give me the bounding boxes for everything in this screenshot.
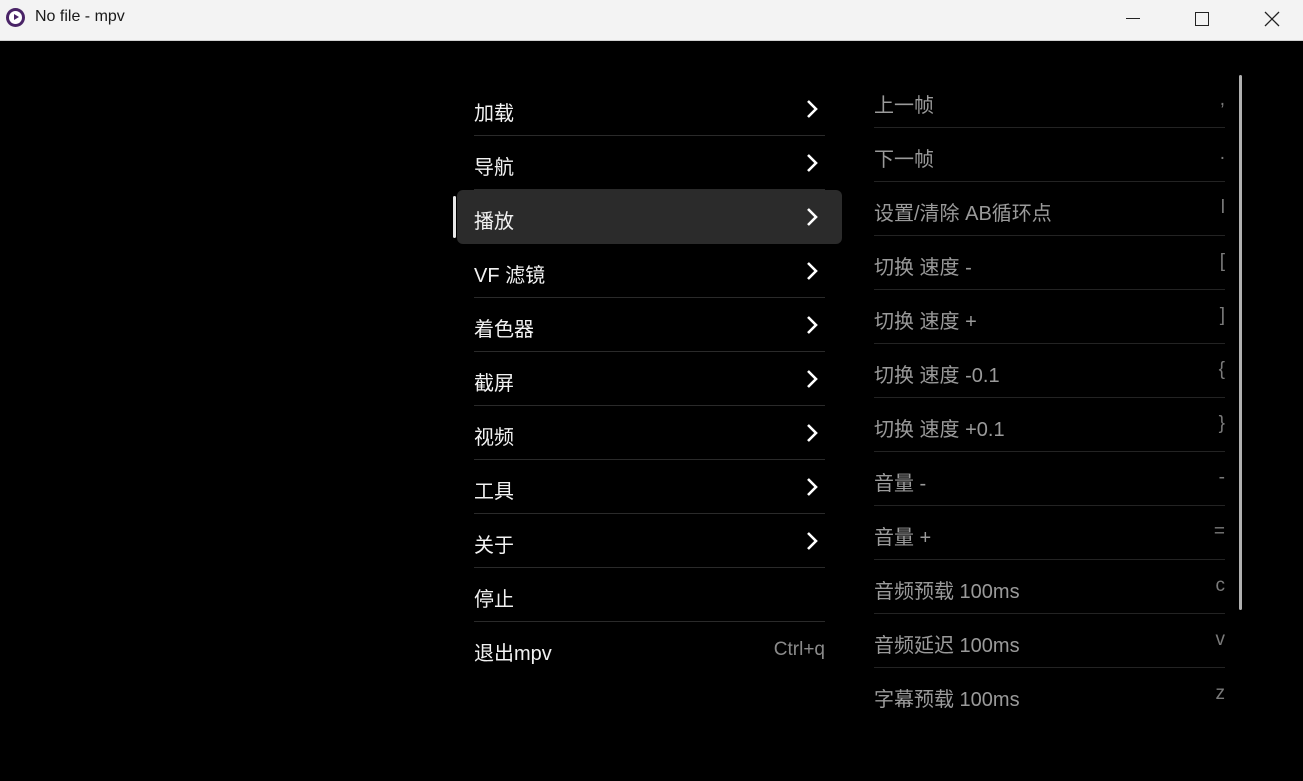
submenu-item-label: 切换 速度 - (874, 257, 972, 279)
submenu-item-shortcut: z (1215, 683, 1226, 704)
menu-item-label: 播放 (474, 211, 514, 233)
chevron-right-icon (807, 316, 818, 334)
close-button[interactable] (1237, 0, 1303, 40)
submenu-item-label: 切换 速度 +0.1 (874, 419, 1005, 441)
submenu-item-shortcut: v (1215, 629, 1226, 650)
submenu-item-label: 下一帧 (874, 149, 934, 171)
menu-item-load[interactable]: 加载 (457, 82, 842, 136)
submenu-item-speed-down-fine[interactable]: 切换 速度 -0.1 { (857, 344, 1242, 398)
submenu-item-shortcut: - (1218, 467, 1225, 488)
playback-submenu: 上一帧 , 下一帧 . 设置/清除 AB循环点 l 切换 速度 - [ 切换 速… (857, 74, 1242, 722)
chevron-right-icon (807, 478, 818, 496)
submenu-item-next-frame[interactable]: 下一帧 . (857, 128, 1242, 182)
submenu-item-shortcut: = (1213, 521, 1225, 542)
menu-item-vf-filters[interactable]: VF 滤镜 (457, 244, 842, 298)
submenu-item-label: 音量 + (874, 527, 932, 549)
menu-item-label: 工具 (474, 481, 514, 503)
submenu-item-shortcut: , (1219, 89, 1225, 110)
menu-item-label: VF 滤镜 (474, 265, 546, 287)
submenu-item-volume-down[interactable]: 音量 - - (857, 452, 1242, 506)
menu-item-about[interactable]: 关于 (457, 514, 842, 568)
submenu-item-shortcut: ] (1219, 305, 1225, 326)
menu-item-tools[interactable]: 工具 (457, 460, 842, 514)
submenu-item-shortcut: c (1215, 575, 1226, 596)
chevron-right-icon (807, 370, 818, 388)
menu-item-playback[interactable]: 播放 (453, 190, 842, 244)
submenu-item-label: 上一帧 (874, 95, 934, 117)
submenu-item-shortcut: { (1218, 359, 1225, 380)
menu-item-label: 视频 (474, 427, 514, 449)
chevron-right-icon (807, 262, 818, 280)
submenu-item-speed-up-fine[interactable]: 切换 速度 +0.1 } (857, 398, 1242, 452)
menu-item-label: 关于 (474, 535, 514, 557)
title-bar[interactable]: No file - mpv (0, 0, 1303, 41)
submenu-item-prev-frame[interactable]: 上一帧 , (857, 74, 1242, 128)
menu-item-screenshot[interactable]: 截屏 (457, 352, 842, 406)
menu-item-quit[interactable]: 退出mpv Ctrl+q (457, 622, 842, 676)
chevron-right-icon (807, 424, 818, 442)
menu-item-label: 导航 (474, 157, 514, 179)
submenu-item-speed-down[interactable]: 切换 速度 - [ (857, 236, 1242, 290)
menu-item-shaders[interactable]: 着色器 (457, 298, 842, 352)
menu-item-shortcut: Ctrl+q (773, 639, 825, 660)
menu-item-label: 加载 (474, 103, 514, 125)
submenu-item-label: 设置/清除 AB循环点 (874, 203, 1052, 225)
submenu-item-volume-up[interactable]: 音量 + = (857, 506, 1242, 560)
minimize-button[interactable] (1097, 0, 1167, 40)
menu-item-label: 停止 (474, 589, 514, 611)
menu-item-video[interactable]: 视频 (457, 406, 842, 460)
active-highlight (457, 190, 842, 244)
submenu-item-shortcut: l (1220, 197, 1225, 218)
chevron-right-icon (807, 154, 818, 172)
submenu-item-label: 音量 - (874, 473, 927, 495)
window-title: No file - mpv (35, 8, 125, 25)
submenu-item-label: 切换 速度 + (874, 311, 977, 333)
menu-item-navigation[interactable]: 导航 (457, 136, 842, 190)
mpv-app-icon (6, 8, 25, 27)
close-icon (1264, 11, 1280, 27)
submenu-item-label: 音频延迟 100ms (874, 635, 1020, 657)
menu-item-label: 截屏 (474, 373, 514, 395)
submenu-item-speed-up[interactable]: 切换 速度 + ] (857, 290, 1242, 344)
submenu-item-audio-delay[interactable]: 音频延迟 100ms v (857, 614, 1242, 668)
main-menu: 加载 导航 播放 VF 滤镜 着色器 截屏 视频 工具 关于 停止 退出mpv … (453, 82, 842, 676)
submenu-item-shortcut: [ (1219, 251, 1225, 272)
menu-item-stop[interactable]: 停止 (457, 568, 842, 622)
maximize-button[interactable] (1167, 0, 1237, 40)
submenu-item-subtitle-preload[interactable]: 字幕预载 100ms z (857, 668, 1242, 722)
minimize-icon (1126, 18, 1140, 19)
submenu-item-shortcut: } (1218, 413, 1225, 434)
submenu-item-audio-preload[interactable]: 音频预载 100ms c (857, 560, 1242, 614)
active-indicator (453, 196, 456, 238)
chevron-right-icon (807, 208, 818, 226)
submenu-item-label: 切换 速度 -0.1 (874, 365, 1000, 387)
menu-item-label: 着色器 (474, 319, 534, 341)
menu-item-label: 退出mpv (474, 643, 552, 665)
submenu-item-label: 字幕预载 100ms (874, 689, 1020, 711)
submenu-item-shortcut: . (1219, 143, 1225, 164)
submenu-item-label: 音频预载 100ms (874, 581, 1020, 603)
chevron-right-icon (807, 532, 818, 550)
chevron-right-icon (807, 100, 818, 118)
submenu-item-ab-loop[interactable]: 设置/清除 AB循环点 l (857, 182, 1242, 236)
submenu-scrollbar[interactable] (1239, 75, 1242, 610)
maximize-icon (1195, 12, 1209, 26)
